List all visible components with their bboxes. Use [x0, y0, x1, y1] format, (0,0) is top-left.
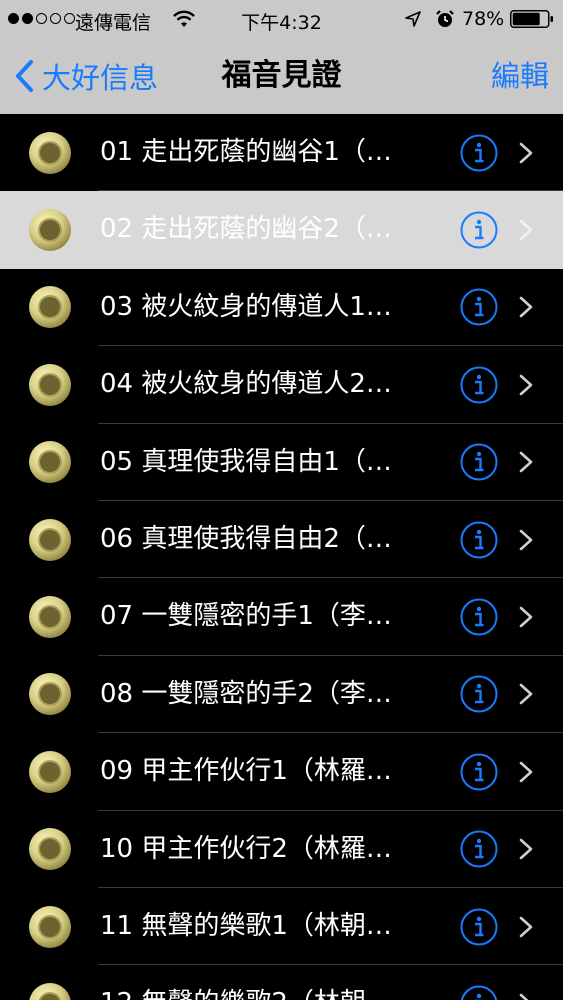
- chevron-right-icon: [519, 916, 533, 937]
- chevron-right-icon: [519, 993, 529, 1000]
- chevron-right-icon: [519, 684, 533, 705]
- back-button-label: 大好信息: [42, 61, 159, 95]
- list-item-title: 04 被火紋身的傳道人2…: [100, 369, 392, 400]
- edit-button[interactable]: 編輯: [491, 38, 549, 114]
- chevron-right-icon: [519, 142, 533, 163]
- disc-icon: [29, 518, 71, 561]
- chevron-right-icon: [519, 297, 533, 318]
- list-item-title: 07 一雙隱密的手1（李…: [100, 601, 392, 632]
- list-item-title: 12 無聲的樂歌2（林朝…: [100, 965, 440, 1000]
- list-item[interactable]: 12 無聲的樂歌2（林朝…: [0, 965, 563, 1000]
- list-item-title: 08 一雙隱密的手2（李…: [100, 678, 392, 709]
- screen: 遠傳電信 下午4:32 78% 大好信息 福音見證 編輯 01 走出死蔭的幽谷1…: [0, 0, 563, 1000]
- disc-icon: [29, 131, 71, 174]
- info-icon[interactable]: [460, 366, 498, 404]
- list-item-title: 03 被火紋身的傳道人1…: [100, 291, 392, 322]
- disc-icon: [29, 363, 71, 406]
- list-item[interactable]: 02 走出死蔭的幽谷2（…: [0, 191, 563, 269]
- list-item-title: 02 走出死蔭的幽谷2（…: [100, 214, 392, 245]
- battery-icon: [510, 10, 553, 28]
- list-item[interactable]: 08 一雙隱密的手2（李…: [0, 655, 563, 734]
- battery-percentage: 78%: [462, 8, 505, 30]
- info-icon[interactable]: [460, 288, 498, 326]
- disc-icon: [29, 209, 71, 252]
- info-icon[interactable]: [460, 443, 498, 481]
- location-arrow-icon: [405, 11, 421, 27]
- list-item-title: 11 無聲的樂歌1（林朝…: [100, 910, 392, 941]
- chevron-right-icon: [519, 838, 533, 860]
- list-item-title: 09 甲主作伙行1（林羅…: [100, 756, 392, 787]
- disc-icon: [29, 905, 71, 948]
- info-icon[interactable]: [460, 521, 498, 559]
- list-item[interactable]: 01 走出死蔭的幽谷1（…: [0, 114, 563, 192]
- disc-icon: [29, 982, 71, 1000]
- list-item[interactable]: 06 真理使我得自由2（…: [0, 500, 563, 579]
- list-item[interactable]: 05 真理使我得自由1（…: [0, 423, 563, 501]
- disc-icon: [29, 286, 71, 329]
- chevron-right-icon: [519, 219, 533, 241]
- back-chevron-icon: [16, 60, 33, 92]
- list-item[interactable]: 09 甲主作伙行1（林羅…: [0, 733, 563, 811]
- list-item-title: 10 甲主作伙行2（林羅…: [100, 833, 392, 864]
- info-icon[interactable]: [460, 908, 498, 946]
- list-item-title: 06 真理使我得自由2（…: [100, 523, 392, 554]
- info-icon[interactable]: [460, 211, 498, 249]
- track-list: 01 走出死蔭的幽谷1（… 02 走出死蔭的幽谷2（… 03 被火紋身的傳道人1… 0…: [0, 114, 563, 1000]
- back-button[interactable]: 大好信息: [12, 38, 158, 114]
- list-item-title: 01 走出死蔭的幽谷1（…: [100, 137, 392, 167]
- info-icon[interactable]: [460, 134, 498, 172]
- disc-icon: [29, 596, 71, 639]
- info-icon[interactable]: [460, 753, 498, 791]
- list-item[interactable]: 07 一雙隱密的手1（李…: [0, 578, 563, 656]
- chevron-right-icon: [519, 374, 533, 396]
- chevron-right-icon: [519, 529, 533, 550]
- info-icon[interactable]: [460, 675, 498, 713]
- disc-icon: [29, 750, 71, 793]
- info-icon[interactable]: [460, 598, 498, 636]
- chevron-right-icon: [519, 606, 533, 628]
- disc-icon: [29, 673, 71, 716]
- disc-icon: [29, 441, 71, 484]
- disc-icon: [29, 828, 71, 871]
- status-bar: 遠傳電信 下午4:32 78%: [0, 0, 563, 38]
- info-icon[interactable]: [460, 985, 498, 1000]
- list-item-title: 05 真理使我得自由1（…: [100, 446, 392, 477]
- chevron-right-icon: [519, 761, 533, 783]
- chevron-right-icon: [519, 451, 533, 473]
- alarm-clock-icon: [436, 10, 454, 27]
- list-item[interactable]: 10 甲主作伙行2（林羅…: [0, 810, 563, 888]
- list-item[interactable]: 03 被火紋身的傳道人1…: [0, 268, 563, 347]
- list-item[interactable]: 04 被火紋身的傳道人2…: [0, 346, 563, 424]
- navigation-bar: 大好信息 福音見證 編輯: [0, 38, 563, 114]
- list-item[interactable]: 11 無聲的樂歌1（林朝…: [0, 887, 563, 966]
- info-icon[interactable]: [460, 830, 498, 868]
